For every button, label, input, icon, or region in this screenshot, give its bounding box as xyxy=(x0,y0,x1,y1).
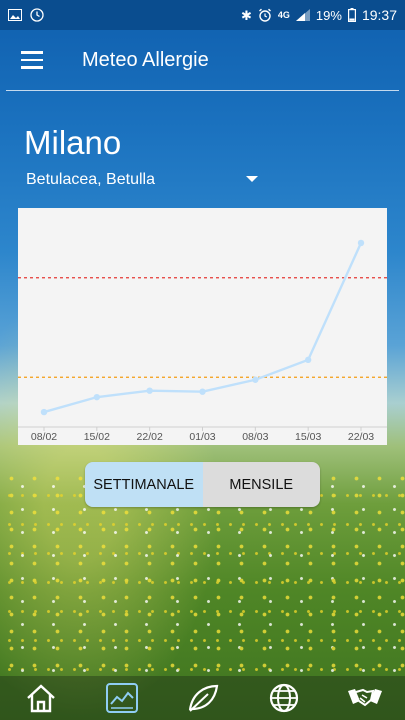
dropdown-arrow-icon xyxy=(246,176,258,182)
bottom-navigation xyxy=(0,676,405,720)
battery-percent: 19% xyxy=(315,7,342,23)
clock-time: 19:37 xyxy=(361,7,397,23)
city-name: Milano xyxy=(24,124,122,161)
app-bar: Meteo Allergie xyxy=(0,30,405,90)
battery-icon xyxy=(347,8,356,22)
app-bar-divider xyxy=(6,90,399,91)
period-toggle: SETTIMANALE MENSILE xyxy=(85,462,320,507)
signal-icon xyxy=(295,9,310,21)
monthly-tab[interactable]: MENSILE xyxy=(202,462,320,507)
leaf-icon xyxy=(188,684,218,712)
pollen-type-value: Betulacea, Betulla xyxy=(26,171,155,188)
data-point-15-03 xyxy=(304,356,312,364)
data-point-22-03 xyxy=(357,239,365,247)
chart-icon xyxy=(105,683,138,713)
data-point-08-02 xyxy=(40,408,48,416)
handshake-icon xyxy=(347,688,382,707)
data-point-22-02 xyxy=(146,387,153,394)
globe-icon xyxy=(269,683,298,713)
data-point-01-03 xyxy=(199,388,206,395)
nav-leaf[interactable] xyxy=(178,678,228,718)
nav-globe[interactable] xyxy=(259,678,309,718)
x-tick-label: 15/02 xyxy=(84,431,110,443)
x-tick-label: 15/03 xyxy=(295,431,321,443)
hamburger-menu-icon[interactable] xyxy=(0,30,64,90)
x-tick-label: 22/02 xyxy=(137,431,163,443)
image-icon xyxy=(8,9,22,21)
x-tick-label: 01/03 xyxy=(189,431,215,443)
data-point-15-02 xyxy=(93,393,101,401)
network-label: 4G xyxy=(277,10,290,20)
app-title: Meteo Allergie xyxy=(82,48,209,71)
weekly-tab[interactable]: SETTIMANALE xyxy=(85,462,203,507)
status-bar: ✱ 4G 19% 19:37 xyxy=(0,0,405,30)
pollen-chart: 08/02 15/02 22/02 01/03 08/03 15/03 22/03 xyxy=(18,208,387,445)
data-point-08-03 xyxy=(252,376,259,383)
nav-chart[interactable] xyxy=(97,678,147,718)
pollen-line-chart: 08/02 15/02 22/02 01/03 08/03 15/03 22/03 xyxy=(18,239,387,443)
pollen-type-dropdown[interactable]: Betulacea, Betulla xyxy=(26,168,266,192)
home-icon xyxy=(26,684,55,713)
clock-icon xyxy=(30,8,44,22)
series-line-0 xyxy=(43,242,363,414)
x-tick-label: 08/03 xyxy=(242,431,268,443)
x-tick-label: 08/02 xyxy=(31,431,57,443)
nav-home[interactable] xyxy=(16,678,66,718)
nav-partners[interactable] xyxy=(340,678,390,718)
alarm-icon xyxy=(258,8,271,22)
bluetooth-icon: ✱ xyxy=(241,7,252,23)
x-tick-label: 22/03 xyxy=(348,431,374,443)
